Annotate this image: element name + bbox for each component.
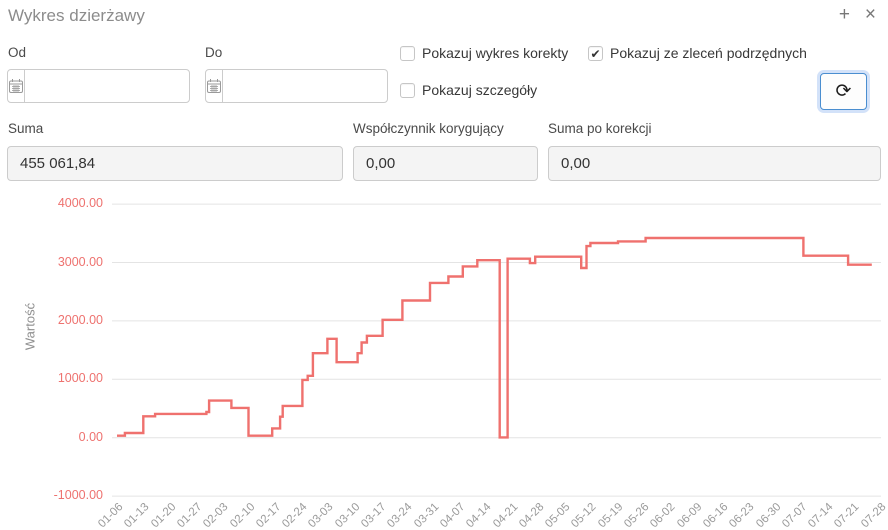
y-tick-label: 0.00 xyxy=(23,430,103,444)
from-date-label: Od xyxy=(8,45,26,60)
correction-factor-input[interactable] xyxy=(353,146,538,181)
chart-line xyxy=(117,238,872,437)
y-tick-label: -1000.00 xyxy=(23,488,103,502)
to-date-group xyxy=(205,69,388,103)
sum-after-correction-input[interactable] xyxy=(548,146,881,181)
sum-after-correction-label: Suma po korekcji xyxy=(548,121,652,136)
refresh-button[interactable]: ⟳ xyxy=(820,73,867,110)
checkbox-show-from-subtasks: ✔ Pokazuj ze zleceń podrzędnych xyxy=(588,45,807,61)
checkbox-label: Pokazuj szczegóły xyxy=(422,82,537,98)
sum-label: Suma xyxy=(8,121,43,136)
checkbox-checked[interactable]: ✔ xyxy=(588,46,603,61)
sum-input[interactable] xyxy=(7,146,343,181)
page-title: Wykres dzierżawy xyxy=(8,6,145,26)
y-tick-label: 1000.00 xyxy=(23,371,103,385)
checkbox[interactable] xyxy=(400,46,415,61)
from-date-group xyxy=(7,69,190,103)
calendar-icon[interactable] xyxy=(206,70,223,102)
calendar-icon[interactable] xyxy=(8,70,25,102)
lease-chart-panel: Wykres dzierżawy + × Od Do xyxy=(0,0,888,530)
lease-chart: Wartość 4000.003000.002000.001000.000.00… xyxy=(0,195,888,530)
y-tick-label: 3000.00 xyxy=(23,255,103,269)
correction-factor-label: Współczynnik korygujący xyxy=(353,121,504,136)
maximize-icon[interactable]: + xyxy=(839,4,850,26)
checkbox-show-details: Pokazuj szczegóły xyxy=(400,82,537,98)
close-icon[interactable]: × xyxy=(865,4,876,26)
checkbox-label: Pokazuj wykres korekty xyxy=(422,45,568,61)
refresh-icon: ⟳ xyxy=(836,80,852,103)
chart-canvas xyxy=(0,195,888,530)
y-tick-label: 2000.00 xyxy=(23,313,103,327)
y-tick-label: 4000.00 xyxy=(23,196,103,210)
to-date-label: Do xyxy=(205,45,222,60)
checkbox-show-correction-chart: Pokazuj wykres korekty xyxy=(400,45,568,61)
checkbox-label: Pokazuj ze zleceń podrzędnych xyxy=(610,45,807,61)
checkbox[interactable] xyxy=(400,83,415,98)
chart-gridlines xyxy=(112,204,881,496)
